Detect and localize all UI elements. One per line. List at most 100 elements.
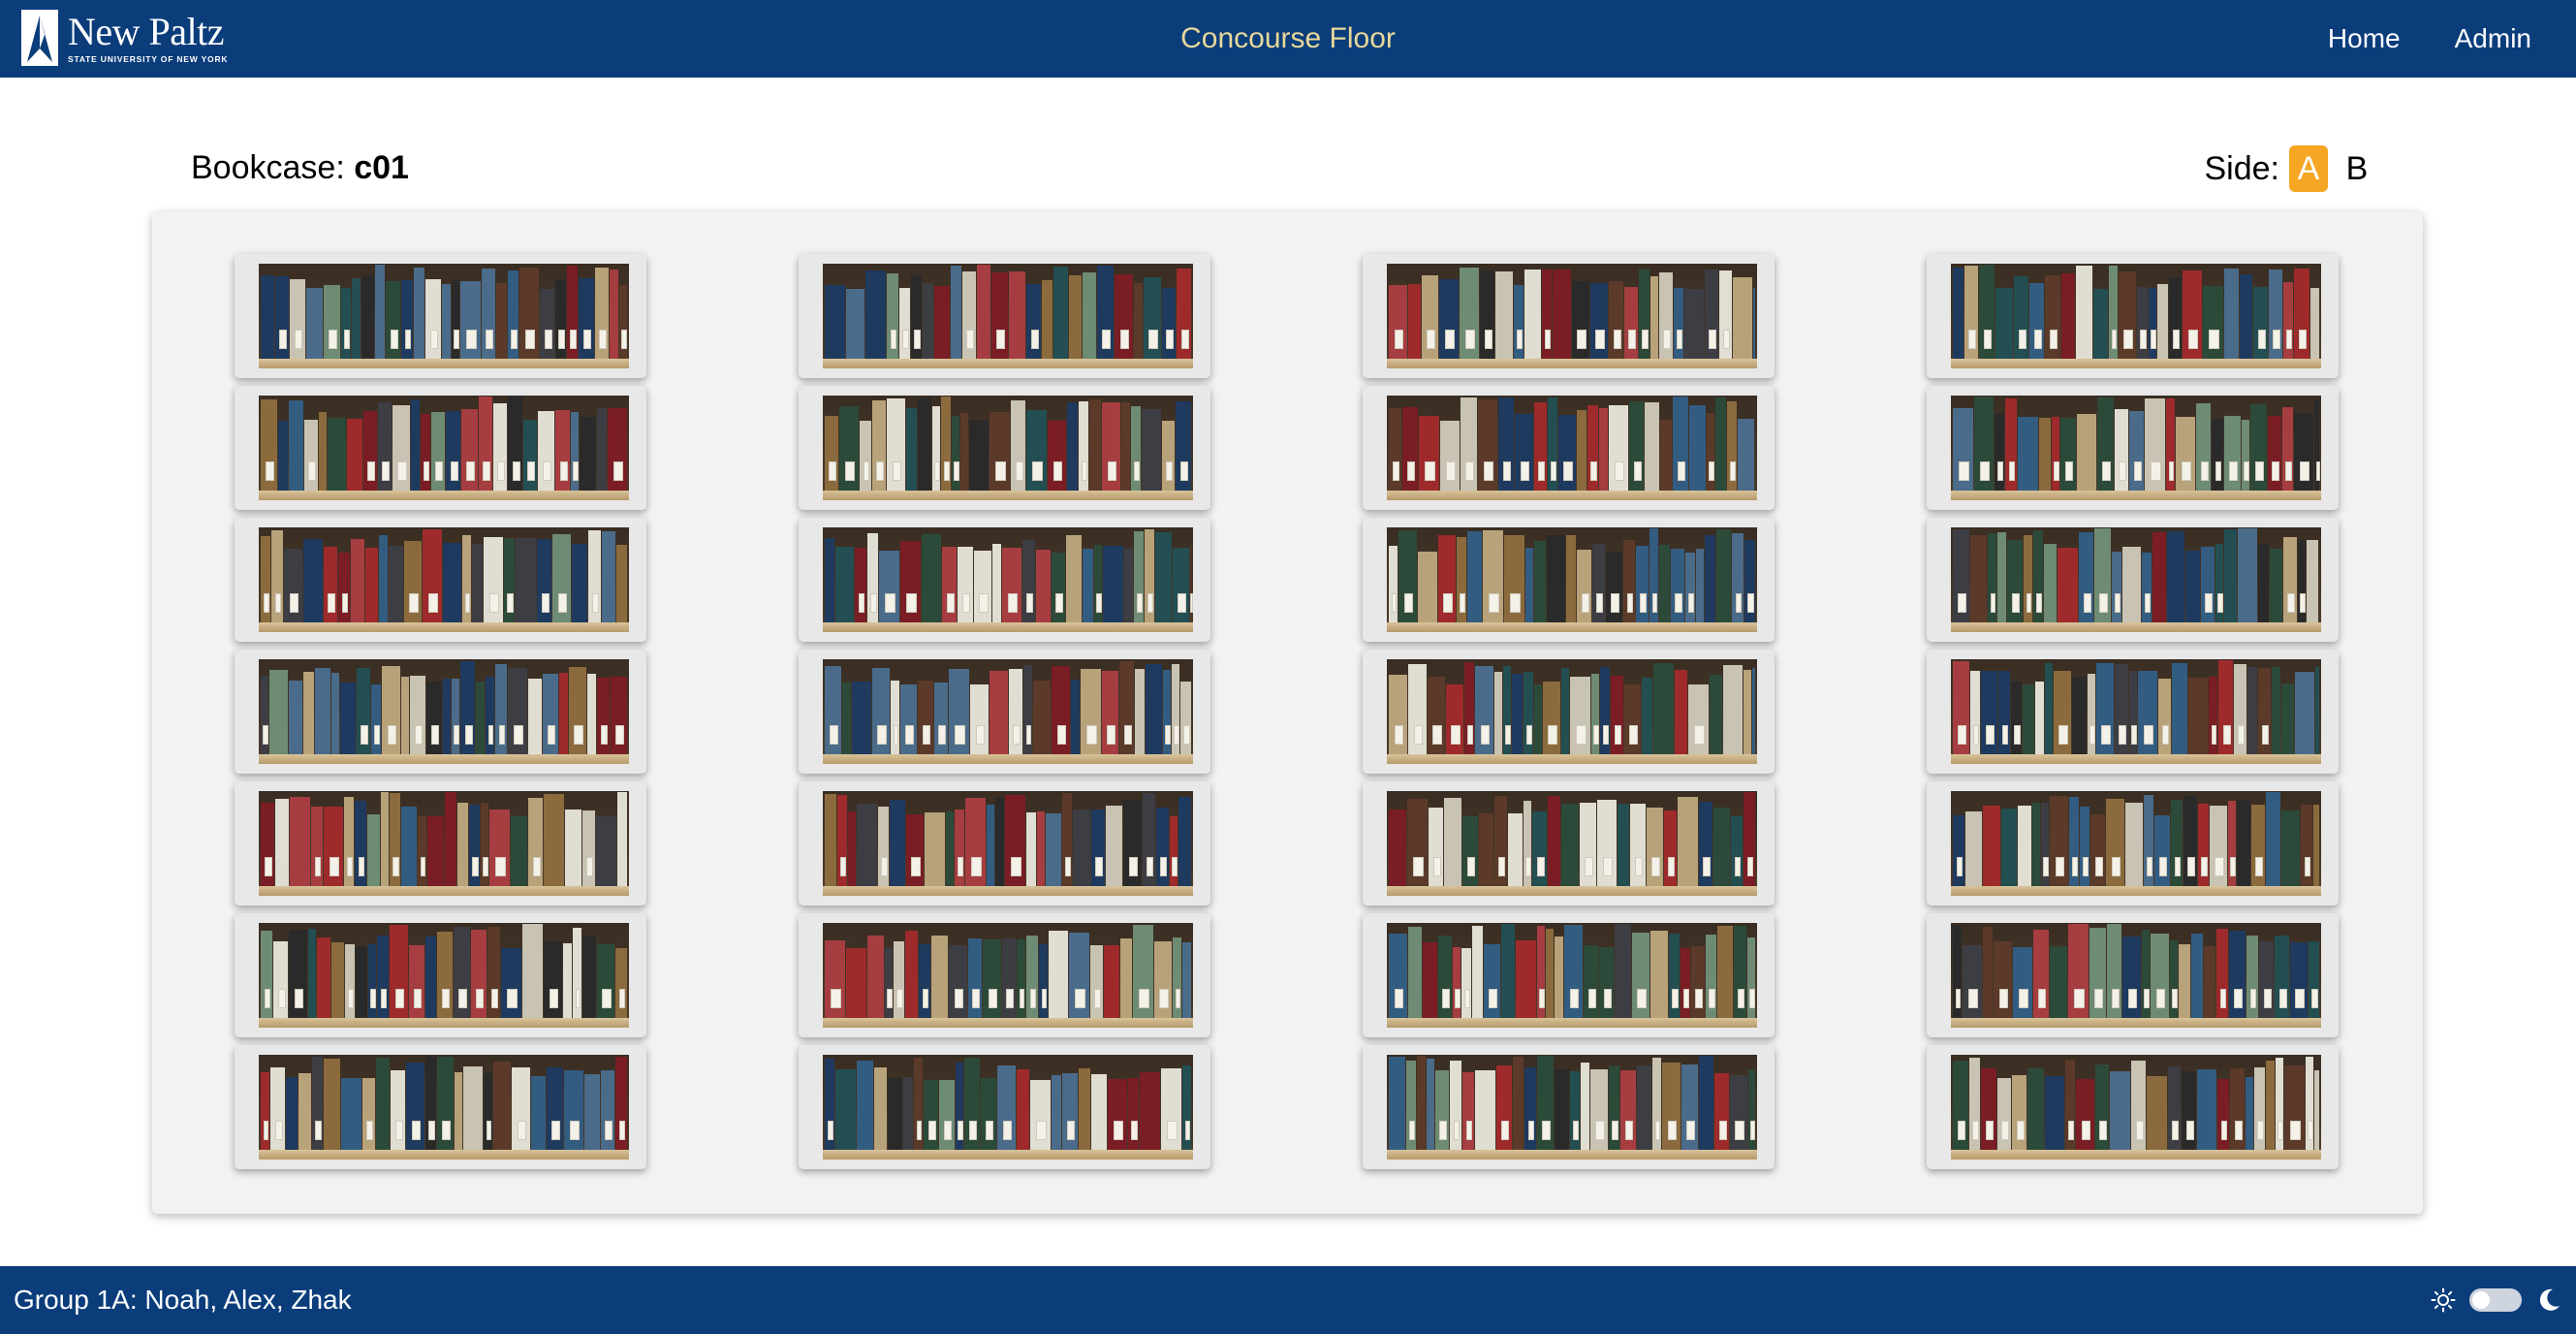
call-number-label — [602, 989, 612, 1008]
shelf-4-1[interactable] — [1927, 254, 2339, 378]
book-spine — [1022, 540, 1035, 622]
book-spine — [1494, 796, 1507, 886]
call-number-label — [1973, 725, 1979, 745]
call-number-label — [266, 461, 274, 481]
call-number-label — [387, 725, 397, 745]
shelf-3-5[interactable] — [1363, 781, 1775, 905]
book-spine — [2266, 1061, 2275, 1150]
shelf-2-4[interactable] — [799, 650, 1210, 774]
shelf-3-7[interactable] — [1363, 1045, 1775, 1169]
nav-home-link[interactable]: Home — [2328, 23, 2401, 54]
call-number-label — [420, 857, 426, 876]
book-spine — [1994, 941, 2012, 1018]
call-number-label — [1489, 593, 1499, 613]
shelf-1-5[interactable] — [235, 781, 646, 905]
book-spine — [1696, 549, 1704, 622]
call-number-label — [1096, 593, 1102, 613]
book-spine — [2158, 679, 2171, 754]
book-spine — [1662, 1063, 1681, 1150]
book-spine — [1988, 533, 1996, 622]
book-spine — [2076, 1079, 2094, 1150]
call-number-label — [2094, 857, 2103, 876]
call-number-label — [1465, 330, 1475, 349]
book-spine — [1597, 800, 1617, 886]
call-number-label — [274, 593, 282, 613]
new-paltz-logo[interactable]: New Paltz STATE UNIVERSITY OF NEW YORK — [21, 10, 228, 66]
bookshelf-photo — [1387, 1055, 1757, 1159]
call-number-label — [1484, 461, 1493, 481]
book-spine — [538, 411, 554, 491]
call-number-label — [2099, 593, 2108, 613]
shelf-4-4[interactable] — [1927, 650, 2339, 774]
call-number-label — [1735, 1121, 1744, 1140]
call-number-label — [1148, 330, 1158, 349]
side-a-button[interactable]: A — [2289, 145, 2328, 192]
call-number-label — [1413, 857, 1424, 876]
shelf-2-7[interactable] — [799, 1045, 1210, 1169]
call-number-label — [2286, 330, 2292, 349]
shelf-1-1[interactable] — [235, 254, 646, 378]
book-spine — [610, 270, 618, 359]
book-spine — [855, 548, 866, 622]
call-number-label — [2043, 857, 2049, 876]
call-number-label — [2278, 1121, 2283, 1140]
call-number-label — [1677, 330, 1682, 349]
call-number-label — [1134, 461, 1140, 481]
call-number-label — [487, 725, 494, 745]
book-spine — [1997, 532, 2006, 622]
book-spine — [1979, 265, 1995, 359]
book-spine — [2110, 1071, 2130, 1150]
shelf-1-2[interactable] — [235, 386, 646, 510]
shelf-2-6[interactable] — [799, 913, 1210, 1037]
shelf-4-2[interactable] — [1927, 386, 2339, 510]
shelf-1-7[interactable] — [235, 1045, 646, 1169]
call-number-label — [1392, 461, 1400, 481]
book-spine — [1534, 684, 1542, 754]
shelf-4-5[interactable] — [1927, 781, 2339, 905]
shelf-3-6[interactable] — [1363, 913, 1775, 1037]
shelf-3-4[interactable] — [1363, 650, 1775, 774]
dark-mode-toggle[interactable] — [2469, 1288, 2522, 1312]
shelf-4-6[interactable] — [1927, 913, 2339, 1037]
book-spine — [390, 925, 408, 1018]
book-spine — [1103, 546, 1123, 622]
call-number-label — [2119, 461, 2126, 481]
shelf-3-1[interactable] — [1363, 254, 1775, 378]
book-spine — [1428, 677, 1445, 754]
call-number-label — [1190, 593, 1193, 613]
book-spine — [2027, 1068, 2044, 1150]
book-spine — [1170, 816, 1178, 886]
shelf-1-6[interactable] — [235, 913, 646, 1037]
call-number-label — [347, 857, 353, 876]
shelf-1-3[interactable] — [235, 518, 646, 642]
book-spine — [1699, 802, 1712, 886]
shelf-2-3[interactable] — [799, 518, 1210, 642]
book-spine — [1744, 792, 1755, 886]
book-spine — [2183, 270, 2202, 359]
shelf-3-3[interactable] — [1363, 518, 1775, 642]
bookshelf-photo — [259, 527, 629, 632]
toggle-knob — [2472, 1291, 2490, 1309]
shelf-4-3[interactable] — [1927, 518, 2339, 642]
book-spine — [2301, 805, 2312, 886]
book-spine — [1714, 1073, 1729, 1150]
book-spine — [1630, 804, 1646, 886]
bookshelf-photo — [1951, 1055, 2321, 1159]
shelf-2-1[interactable] — [799, 254, 1210, 378]
book-spine — [452, 279, 459, 359]
shelf-2-2[interactable] — [799, 386, 1210, 510]
shelf-1-4[interactable] — [235, 650, 646, 774]
call-number-label — [1663, 330, 1671, 349]
book-spine — [968, 938, 982, 1018]
shelf-4-7[interactable] — [1927, 1045, 2339, 1169]
call-number-label — [1959, 461, 1969, 481]
shelf-2-5[interactable] — [799, 781, 1210, 905]
call-number-label — [428, 593, 438, 613]
call-number-label — [582, 330, 592, 349]
call-number-label — [927, 1121, 936, 1140]
shelf-3-2[interactable] — [1363, 386, 1775, 510]
side-b-button[interactable]: B — [2338, 145, 2376, 192]
book-spine — [2198, 804, 2209, 886]
nav-admin-link[interactable]: Admin — [2455, 23, 2531, 54]
call-number-label — [570, 330, 577, 349]
